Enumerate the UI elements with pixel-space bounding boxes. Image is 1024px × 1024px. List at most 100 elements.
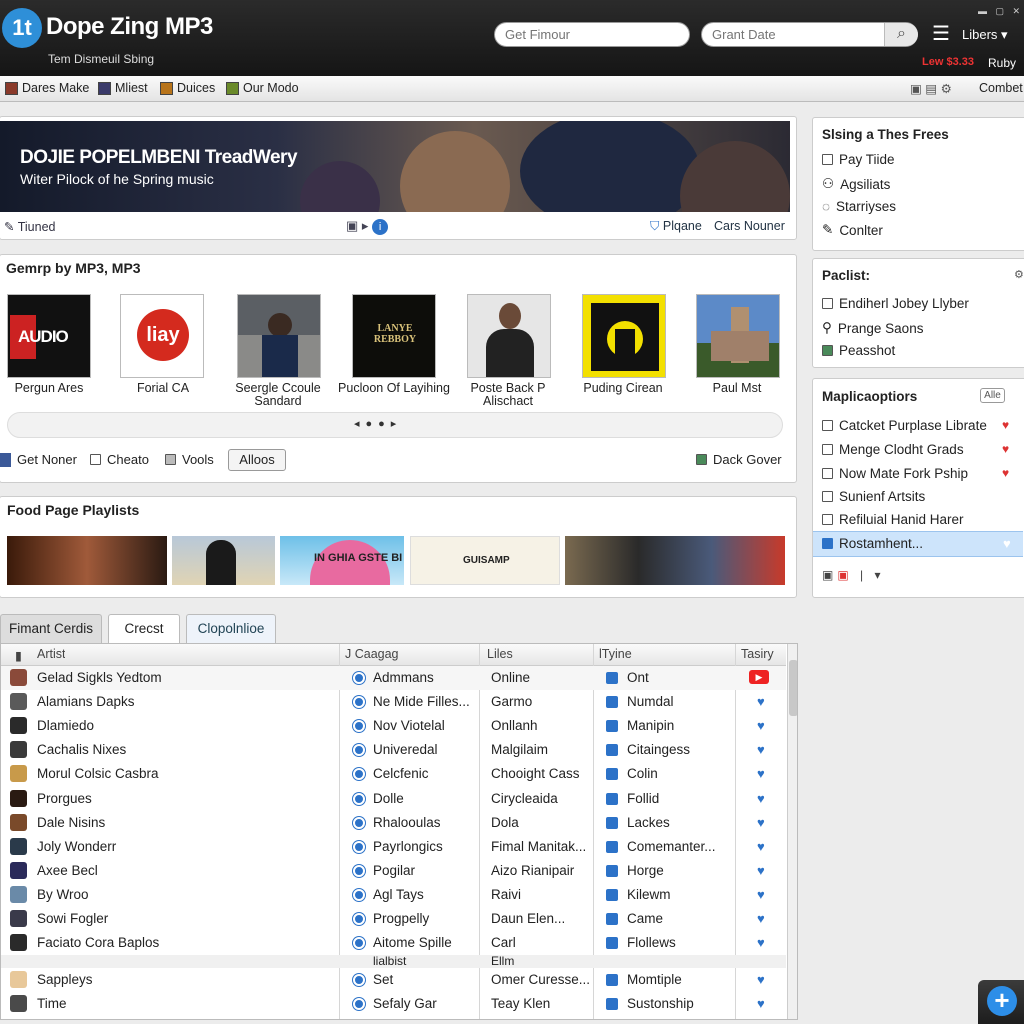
table-row[interactable]: ♥ Prorgues Dolle Cirycleaida Follid (1, 787, 786, 811)
settings-icon[interactable]: ⚙ (1014, 268, 1024, 281)
tab-clopolnlioe[interactable]: Clopolnlioe (186, 614, 276, 644)
album-title[interactable]: Pucloon Of Layihing (334, 382, 454, 395)
column-header-caagag[interactable]: J Caagag (345, 647, 399, 661)
heart-icon[interactable]: ♥ (1002, 466, 1009, 480)
add-button[interactable]: + (978, 980, 1024, 1024)
table-row[interactable]: ♥ Dale Nisins Rhalooulas Dola Lackes (1, 811, 786, 835)
alloos-button[interactable]: Alloos (228, 449, 286, 471)
album-title[interactable]: Paul Mst (677, 382, 797, 395)
album-cover[interactable]: AUDIO (7, 294, 91, 378)
info-icon[interactable]: i (372, 219, 389, 235)
heart-icon[interactable]: ♥ (1002, 418, 1009, 432)
table-scrollbar[interactable] (787, 644, 797, 1019)
carousel-pager[interactable]: ◂●●▸ (354, 417, 402, 430)
menu-icon[interactable]: ☰ (932, 24, 950, 44)
tab-fimant-cerdis[interactable]: Fimant Cerdis (0, 614, 102, 644)
heart-icon: ♥ (757, 815, 765, 830)
avatar (10, 693, 27, 710)
table-row[interactable]: ♥ Sowi Fogler Progpelly Daun Elen... Came (1, 907, 786, 931)
playlist-item[interactable]: Endiherl Jobey Llyber (822, 296, 969, 311)
tag-icon: ✎ (4, 220, 15, 234)
table-row[interactable]: ♥ Sappleys Set Omer Curesse... Momtiple (1, 968, 786, 992)
banner-controls[interactable]: ▣ ▸ i (346, 218, 389, 235)
album-title[interactable]: Puding Cirean (563, 382, 683, 395)
app-title: Dope Zing MP3 (46, 13, 213, 40)
sidebar-item-starriyses[interactable]: ◌ Starriyses (822, 199, 896, 214)
album-cover[interactable]: liay (120, 294, 204, 378)
column-header-artist[interactable]: Artist (37, 647, 65, 661)
playlist-item[interactable]: Peasshot (822, 343, 895, 358)
get-noner-button[interactable]: Get Noner (0, 452, 77, 467)
files-cell: Omer Curesse... (491, 972, 589, 987)
heart-icon[interactable]: ♥ (1002, 442, 1009, 456)
album-cover[interactable] (582, 294, 666, 378)
table-row[interactable]: ♥ Faciato Cora Baplos Aitome Spille Carl Flo… (1, 931, 786, 955)
table-row[interactable]: ♥ Alamians Dapks Ne Mide Filles... Garmo Num… (1, 690, 786, 714)
album-cover[interactable] (237, 294, 321, 378)
sidebar-item-pay-tiide[interactable]: Pay Tiide (822, 152, 895, 167)
doc-icon (90, 454, 101, 465)
playlist-thumb[interactable] (565, 536, 785, 585)
app-item[interactable]: Sunienf Artsits (822, 489, 925, 504)
tuned-link[interactable]: ✎ Tiuned (4, 219, 56, 234)
table-row[interactable]: ♥ Cachalis Nixes Univeredal Malgilaim Citain… (1, 738, 786, 762)
shield-icon: ⛉ (650, 219, 660, 233)
toolbar-item[interactable]: Our Modo (226, 81, 299, 95)
table-row[interactable]: ♥ By Wroo Agl Tays Raivi Kilewm (1, 883, 786, 907)
toolbar-item[interactable]: Mliest (98, 81, 148, 95)
toolbar-item[interactable]: Dares Make (5, 81, 89, 95)
type-icon (606, 793, 618, 805)
playlist-thumb[interactable] (172, 536, 275, 585)
column-header-liles[interactable]: Liles (487, 647, 513, 661)
album-title[interactable]: Poste Back P Alischact (448, 382, 568, 408)
playlist-item[interactable]: ⚲ Prange Saons (822, 320, 923, 336)
album-cover[interactable]: LANYE REBBOY (352, 294, 436, 378)
table-row[interactable]: ▶ Gelad Sigkls Yedtom Admmans Online Ont (1, 666, 786, 690)
search-icon[interactable]: ⌕ (884, 23, 918, 46)
toolbar-item[interactable]: Duices (160, 81, 215, 95)
table-row[interactable]: ♥ Axee Becl Pogilar Aizo Rianipair Horge (1, 859, 786, 883)
heart-icon[interactable]: ♥ (1003, 536, 1011, 551)
album-cover[interactable] (467, 294, 551, 378)
album-title[interactable]: Forial CA (103, 382, 223, 395)
avatar (10, 814, 27, 831)
app-item[interactable]: Now Mate Fork Pship (822, 466, 968, 481)
album-title[interactable]: Pergun Ares (0, 382, 109, 395)
user-menu[interactable]: Libers ▾ (962, 27, 1008, 43)
table-row[interactable]: ♥ Dlamiedo Nov Viotelal Onllanh Manipin (1, 714, 786, 738)
app-item[interactable]: Refiluial Hanid Harer (822, 512, 964, 527)
album-title[interactable]: Seergle Ccoule Sandard (218, 382, 338, 408)
search-input[interactable] (494, 22, 690, 47)
cars-link[interactable]: Cars Nouner (714, 219, 785, 233)
sidebar-item-agsiliats[interactable]: ⚇ Agsiliats (822, 176, 890, 192)
type-cell: Ont (627, 670, 649, 685)
table-row[interactable]: ♥ Morul Colsic Casbra Celcfenic Chooight Ca… (1, 762, 786, 786)
dack-gover-button[interactable]: Dack Gover (696, 452, 782, 467)
window-controls[interactable]: ▬ ▢ ✕ (978, 6, 1023, 17)
app-item[interactable]: Catcket Purplase Librate (822, 418, 987, 433)
apps-badge[interactable]: Alle (980, 388, 1005, 403)
table-row[interactable]: ♥ Time Sefaly Gar Teay Klen Sustonship (1, 992, 786, 1016)
album-cover[interactable] (696, 294, 780, 378)
combet-button[interactable]: Combet (979, 81, 1023, 95)
apps-footer-icons[interactable]: ▣▣ | ▾ (822, 568, 885, 582)
status-icon (353, 720, 365, 732)
app-item[interactable]: Menge Clodht Grads (822, 442, 964, 457)
type-cell: Kilewm (627, 887, 671, 902)
vools-button[interactable]: Vools (165, 452, 214, 467)
column-header-tasiry[interactable]: Tasiry (741, 647, 774, 661)
table-row[interactable]: ♥ Joly Wonderr Payrlongics Fimal Manitak...… (1, 835, 786, 859)
playlist-thumb[interactable] (7, 536, 167, 585)
sidebar-item-conlter[interactable]: ✎ Conlter (822, 222, 883, 238)
table-row[interactable]: lialbist Ellm (1, 954, 786, 968)
tab-crecst[interactable]: Crecst (108, 614, 180, 645)
plane-link[interactable]: ⛉ Plqane (650, 219, 702, 234)
column-header-tyine[interactable]: lTyine (599, 647, 632, 661)
playlist-thumb[interactable]: GUISAMP (410, 536, 560, 585)
cheato-button[interactable]: Cheato (90, 452, 149, 467)
toolbar-icons[interactable]: ▣ ▤ ⚙ (910, 81, 952, 96)
status-icon (353, 817, 365, 829)
type-cell: Horge (627, 863, 664, 878)
app-item[interactable]: Rostamhent... (822, 536, 923, 551)
playlist-thumb[interactable]: IN GHIA GSTE BI (280, 536, 404, 585)
